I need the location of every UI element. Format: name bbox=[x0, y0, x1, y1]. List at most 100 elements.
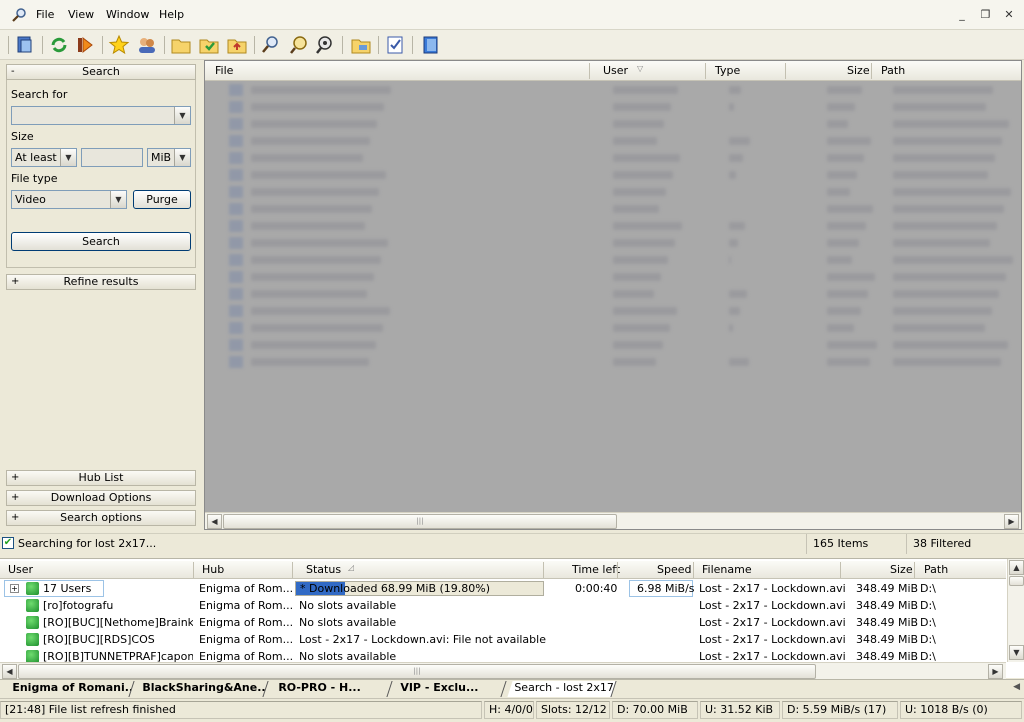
transfer-row[interactable]: [RO][BUC][Nethome]Brainkiller Enigma of … bbox=[0, 614, 1006, 631]
result-row[interactable] bbox=[221, 169, 1021, 181]
menu-file[interactable]: File bbox=[36, 8, 54, 21]
chevron-down-icon[interactable]: ▼ bbox=[174, 107, 190, 124]
result-row[interactable] bbox=[221, 152, 1021, 164]
search-checkbox[interactable]: ✔ bbox=[2, 537, 14, 549]
column-divider[interactable] bbox=[705, 63, 706, 79]
result-row[interactable] bbox=[221, 271, 1021, 283]
transfer-row[interactable]: [RO][BUC][RDS]COS Enigma of Rom... Lost … bbox=[0, 631, 1006, 648]
column-header-time-left[interactable]: Time left bbox=[572, 563, 620, 576]
result-row[interactable] bbox=[221, 288, 1021, 300]
menu-window[interactable]: Window bbox=[106, 8, 149, 21]
scroll-left-icon[interactable]: ◀ bbox=[2, 664, 17, 679]
chevron-down-icon[interactable]: ▼ bbox=[174, 149, 190, 166]
scroll-down-icon[interactable]: ▼ bbox=[1009, 645, 1024, 660]
column-divider[interactable] bbox=[617, 562, 618, 578]
purge-button[interactable]: Purge bbox=[133, 190, 191, 209]
transfer-horizontal-scrollbar[interactable]: ◀ ||| ▶ bbox=[0, 662, 1006, 679]
result-row[interactable] bbox=[221, 203, 1021, 215]
search-results-list[interactable]: File User ▽ Type Size Path ◀ ||| ▶ bbox=[204, 60, 1022, 530]
column-divider[interactable] bbox=[589, 63, 590, 79]
finished-uploads-icon[interactable] bbox=[226, 34, 248, 56]
chevron-down-icon[interactable]: ▼ bbox=[60, 149, 76, 166]
scrollbar-thumb[interactable]: ||| bbox=[223, 514, 617, 529]
open-file-list-icon[interactable] bbox=[350, 34, 372, 56]
result-row[interactable] bbox=[221, 186, 1021, 198]
tab-search-lost[interactable]: Search - lost 2x17 bbox=[507, 681, 617, 697]
tab-scroll-icon[interactable]: ◀ bbox=[1013, 682, 1020, 692]
result-row[interactable] bbox=[221, 339, 1021, 351]
result-row[interactable] bbox=[221, 322, 1021, 334]
download-queue-icon[interactable] bbox=[170, 34, 192, 56]
reconnect-icon[interactable] bbox=[48, 34, 70, 56]
adl-search-icon[interactable] bbox=[288, 34, 310, 56]
column-header-hub[interactable]: Hub bbox=[202, 563, 224, 576]
transfer-row[interactable]: [ro]fotografu Enigma of Rom... No slots … bbox=[0, 597, 1006, 614]
result-row[interactable] bbox=[221, 254, 1021, 266]
column-header-size[interactable]: Size bbox=[847, 64, 870, 77]
column-header-size[interactable]: Size bbox=[890, 563, 913, 576]
result-row[interactable] bbox=[221, 356, 1021, 368]
results-horizontal-scrollbar[interactable]: ◀ ||| ▶ bbox=[205, 512, 1021, 529]
size-unit-select[interactable]: MiB ▼ bbox=[147, 148, 191, 167]
notepad-icon[interactable] bbox=[420, 34, 442, 56]
column-divider[interactable] bbox=[193, 562, 194, 578]
settings-icon[interactable] bbox=[384, 34, 406, 56]
result-row[interactable] bbox=[221, 118, 1021, 130]
scroll-up-icon[interactable]: ▲ bbox=[1009, 560, 1024, 575]
search-button[interactable]: Search bbox=[11, 232, 191, 251]
hub-list-header[interactable]: + Hub List bbox=[6, 470, 196, 486]
size-mode-select[interactable]: At least ▼ bbox=[11, 148, 77, 167]
scrollbar-thumb[interactable] bbox=[1009, 576, 1024, 586]
close-button[interactable]: ✕ bbox=[1000, 7, 1018, 23]
column-divider[interactable] bbox=[871, 63, 872, 79]
refine-results-header[interactable]: + Refine results bbox=[6, 274, 196, 290]
tab-enigma-of-romania[interactable]: Enigma of Romani... bbox=[5, 681, 135, 697]
public-hubs-icon[interactable] bbox=[14, 34, 36, 56]
favorite-users-icon[interactable] bbox=[136, 34, 158, 56]
result-row[interactable] bbox=[221, 135, 1021, 147]
menu-view[interactable]: View bbox=[68, 8, 94, 21]
column-header-file[interactable]: File bbox=[215, 64, 233, 77]
column-header-type[interactable]: Type bbox=[715, 64, 740, 77]
restore-button[interactable]: ❐ bbox=[977, 7, 995, 23]
column-divider[interactable] bbox=[693, 562, 694, 578]
result-row[interactable] bbox=[221, 84, 1021, 96]
result-row[interactable] bbox=[221, 305, 1021, 317]
file-type-select[interactable]: Video ▼ bbox=[11, 190, 127, 209]
favorite-hubs-icon[interactable] bbox=[108, 34, 130, 56]
transfer-view[interactable]: User Hub Status ◿ Time left Speed Filena… bbox=[0, 558, 1024, 679]
scroll-right-icon[interactable]: ▶ bbox=[1004, 514, 1019, 529]
search-for-combo[interactable]: ▼ bbox=[11, 106, 191, 125]
column-header-status[interactable]: Status bbox=[306, 563, 341, 576]
search-group-header[interactable]: - Search bbox=[6, 64, 196, 80]
column-header-filename[interactable]: Filename bbox=[702, 563, 752, 576]
result-row[interactable] bbox=[221, 237, 1021, 249]
app-magnifier-icon[interactable] bbox=[11, 7, 27, 23]
column-divider[interactable] bbox=[292, 562, 293, 578]
column-header-speed[interactable]: Speed bbox=[657, 563, 691, 576]
tab-blacksharing[interactable]: BlackSharing&Ane... bbox=[135, 681, 269, 697]
search-options-header[interactable]: + Search options bbox=[6, 510, 196, 526]
column-divider[interactable] bbox=[543, 562, 544, 578]
scroll-left-icon[interactable]: ◀ bbox=[207, 514, 222, 529]
search-spy-icon[interactable] bbox=[314, 34, 336, 56]
follow-redirect-icon[interactable] bbox=[74, 34, 96, 56]
transfer-row[interactable]: + 17 Users Enigma of Rom... * Downloaded… bbox=[0, 580, 1006, 597]
result-row[interactable] bbox=[221, 101, 1021, 113]
minimize-button[interactable]: _ bbox=[953, 7, 971, 23]
download-options-header[interactable]: + Download Options bbox=[6, 490, 196, 506]
column-divider[interactable] bbox=[785, 63, 786, 79]
column-header-user[interactable]: User bbox=[603, 64, 628, 77]
column-header-path[interactable]: Path bbox=[924, 563, 948, 576]
column-divider[interactable] bbox=[840, 562, 841, 578]
result-row[interactable] bbox=[221, 220, 1021, 232]
transfer-vertical-scrollbar[interactable]: ▲ ▼ bbox=[1007, 559, 1024, 662]
size-value-input[interactable] bbox=[81, 148, 143, 167]
scrollbar-thumb[interactable]: ||| bbox=[18, 664, 816, 679]
chevron-down-icon[interactable]: ▼ bbox=[110, 191, 126, 208]
column-divider[interactable] bbox=[914, 562, 915, 578]
tab-vip[interactable]: VIP - Exclu... bbox=[393, 681, 507, 697]
column-header-user[interactable]: User bbox=[8, 563, 33, 576]
tab-ro-pro[interactable]: RO-PRO - H... bbox=[271, 681, 393, 697]
search-icon[interactable] bbox=[260, 34, 282, 56]
